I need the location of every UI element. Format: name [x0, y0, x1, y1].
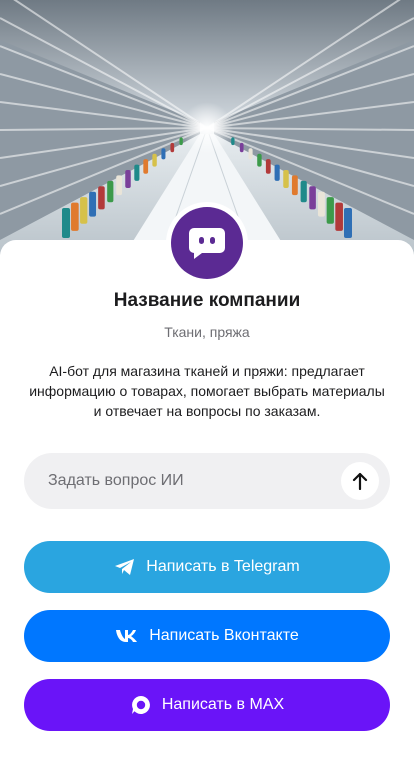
avatar — [166, 202, 248, 284]
chat-bot-icon — [171, 207, 243, 279]
company-description: AI-бот для магазина тканей и пряжи: пред… — [29, 363, 385, 419]
max-icon — [130, 694, 152, 716]
vk-button-label: Написать Вконтакте — [149, 627, 299, 644]
telegram-icon — [114, 558, 136, 576]
max-button-label: Написать в MAX — [161, 696, 285, 713]
company-category: Ткани, пряжа — [164, 324, 250, 340]
ask-ai-field — [24, 453, 390, 509]
vk-button[interactable]: Написать Вконтакте — [24, 610, 390, 662]
vk-icon — [115, 629, 139, 643]
arrow-up-icon — [352, 472, 368, 490]
send-button[interactable] — [341, 462, 379, 500]
telegram-button-label: Написать в Telegram — [146, 558, 300, 575]
ask-ai-input[interactable] — [24, 453, 334, 509]
company-name: Название компании — [113, 290, 301, 311]
telegram-button[interactable]: Написать в Telegram — [24, 541, 390, 593]
max-button[interactable]: Написать в MAX — [24, 679, 390, 731]
